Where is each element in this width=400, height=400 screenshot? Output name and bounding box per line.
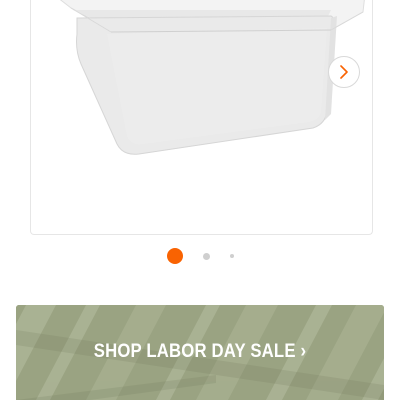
banner-label: SHOP LABOR DAY SALE › — [93, 341, 307, 362]
carousel-pagination — [0, 247, 400, 265]
labor-day-sale-banner[interactable]: SHOP LABOR DAY SALE › — [16, 305, 384, 400]
carousel-dot-2[interactable] — [202, 252, 210, 260]
product-image-card — [30, 0, 373, 235]
carousel-dot-1[interactable] — [166, 248, 183, 264]
product-image[interactable] — [31, 0, 372, 234]
carousel-dot-3[interactable] — [229, 254, 234, 258]
chevron-right-icon — [340, 65, 348, 79]
next-image-button[interactable] — [328, 56, 360, 88]
